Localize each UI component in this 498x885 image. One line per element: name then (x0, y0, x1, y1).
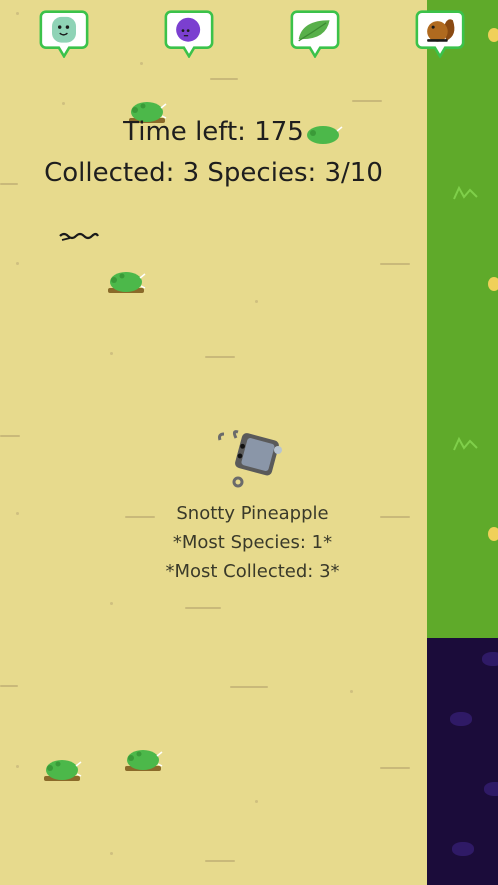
sand-streak (380, 767, 410, 769)
void-rock (482, 652, 498, 666)
sand-speck (350, 690, 353, 693)
void-rock (484, 782, 498, 796)
sand-streak (205, 356, 235, 358)
sand-speck (16, 512, 19, 515)
player-name-label: Snotty Pineapple (176, 503, 329, 524)
species-bubble-purple-blob[interactable] (160, 10, 218, 58)
sand-streak (210, 78, 238, 80)
sand-streak (185, 607, 221, 609)
yellow-flower (488, 527, 498, 541)
sand-speck (140, 62, 143, 65)
green-beetle[interactable] (106, 268, 146, 296)
species-bubble-green-face[interactable] (35, 10, 93, 58)
grass-tuft (453, 185, 478, 200)
grass-tuft (453, 436, 478, 451)
sand-speck (110, 852, 113, 855)
green-face-creature-icon (52, 16, 76, 43)
yellow-flower (488, 277, 498, 291)
time-left-label: Time left: 175 (123, 117, 304, 147)
most-collected-label: *Most Collected: 3* (165, 561, 340, 582)
collected-species-label: Collected: 3 Species: 3/10 (44, 158, 383, 188)
sand-speck (16, 262, 19, 265)
sand-streak (0, 685, 18, 687)
green-beetle[interactable] (42, 756, 82, 784)
sand-speck (62, 102, 65, 105)
sand-streak (205, 860, 235, 862)
player-robot[interactable] (218, 428, 286, 492)
grass-terrain (427, 0, 498, 638)
sand-speck (16, 765, 19, 768)
void-rock (450, 712, 472, 726)
sand-speck (16, 12, 19, 15)
green-beetle[interactable] (123, 746, 163, 774)
sand-streak (0, 435, 20, 437)
sand-speck (255, 800, 258, 803)
yellow-flower (488, 28, 498, 42)
void-rock (452, 842, 474, 856)
sand-streak (352, 100, 382, 102)
sand-speck (110, 352, 113, 355)
species-bubble-squirrel[interactable] (411, 10, 469, 58)
sand-streak (230, 686, 268, 688)
sand-streak (380, 263, 410, 265)
purple-blob-creature-icon (176, 17, 201, 42)
black-worm[interactable] (58, 228, 100, 244)
sand-speck (110, 602, 113, 605)
sand-speck (255, 300, 258, 303)
most-species-label: *Most Species: 1* (172, 532, 333, 553)
species-bubble-leaf[interactable] (286, 10, 344, 58)
